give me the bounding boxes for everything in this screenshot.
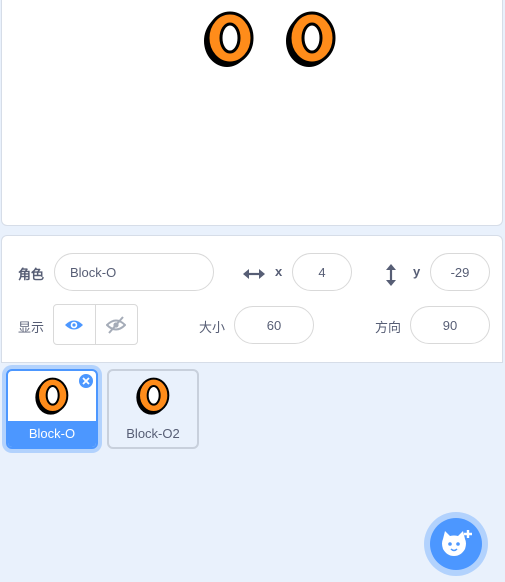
stage-sprite-block-o2[interactable] [284, 8, 338, 70]
y-label: y [413, 264, 421, 279]
add-sprite-button[interactable] [424, 512, 488, 576]
horizontal-arrows-icon [243, 269, 265, 279]
eye-slash-icon [106, 315, 127, 334]
sprite-name-input[interactable] [54, 253, 214, 291]
close-icon [82, 377, 90, 385]
show-label: 显示 [18, 320, 45, 335]
direction-input[interactable] [410, 306, 490, 344]
add-sprite-inner [430, 518, 482, 570]
x-input[interactable] [292, 253, 352, 291]
sprite-info-panel: 角色 x y 显示 大小 方向 [1, 235, 503, 362]
size-label: 大小 [199, 320, 226, 335]
stage-canvas[interactable] [1, 0, 503, 226]
sprite-tile-label: Block-O2 [126, 426, 180, 441]
cat-plus-icon [442, 530, 472, 556]
x-label: x [275, 264, 283, 279]
sprite-tile-block-o[interactable]: Block-O [6, 369, 98, 449]
sprite-tile-block-o2[interactable]: Block-O2 [107, 369, 199, 449]
sprite-tile-label: Block-O [8, 421, 96, 447]
delete-sprite-button[interactable] [78, 373, 94, 389]
y-input[interactable] [430, 253, 490, 291]
sprite-name-label: 角色 [18, 267, 45, 282]
eye-icon [65, 320, 84, 329]
visibility-toggle [53, 304, 138, 345]
sprite-thumbnail [109, 371, 197, 421]
vertical-arrows-icon [386, 264, 396, 286]
direction-label: 方向 [375, 320, 402, 335]
show-button[interactable] [54, 305, 96, 344]
hide-button[interactable] [96, 305, 138, 344]
size-input[interactable] [234, 306, 314, 344]
stage-sprite-block-o[interactable] [202, 8, 256, 70]
